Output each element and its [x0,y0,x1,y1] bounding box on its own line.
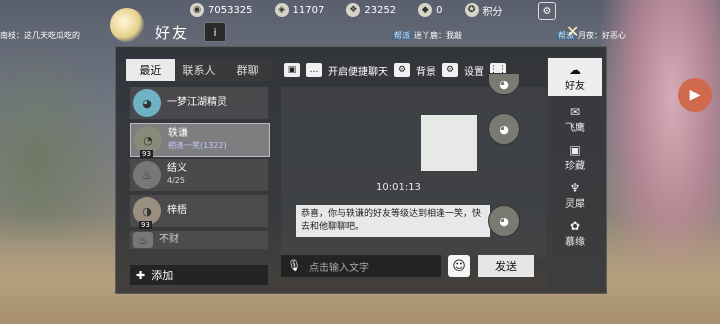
ticker-mid-tag: 帮派 [392,31,412,40]
silver-ingot-icon: ◈ [274,3,289,17]
side-item-label: 灵犀 [565,198,585,210]
avatar: ◕ [488,205,520,237]
resource-gold-value: 0 [436,4,443,16]
background-gear-icon[interactable]: ⚙ [394,63,410,77]
resource-bar: ◉ 7053325 ◈ 11707 ❖ 23252 ◆ 0 ✪ 积分 [190,0,503,20]
lingxi-icon: ♆ [569,180,581,195]
friend-item-sworn[interactable]: ♨ 结义 4/25 [130,159,268,191]
friend-name: 一梦江湖精灵 [167,97,227,108]
gold-ingot-icon: ◆ [418,3,433,17]
eagle-icon: ✉ [569,104,581,119]
ticker-right-text: 月夜：好恶心 [578,31,626,40]
emoji-icon[interactable]: ☺ [448,255,470,277]
resource-points[interactable]: ✪ 积分 [464,3,503,18]
ticker-left-text: 南枝：这几天吃瓜吃的 [0,31,80,40]
resource-copper-value: 7053325 [208,4,253,16]
side-item-label: 飞鹰 [565,122,585,134]
system-message: 恭喜，你与轶谦的好友等级达到相逢一笑，快去和他聊聊吧。 [296,205,490,237]
quick-chat-icon[interactable]: … [306,63,322,77]
settings-gear-icon[interactable]: ⚙ [538,2,556,20]
friend-info: 轶谦 相逢一笑(1322) [168,128,227,152]
resource-silver: ◈ 11707 [274,3,325,17]
side-item-muyuan[interactable]: ✿ 慕缘 [548,214,602,252]
ticker-message-mid: 帮派 迷丫鹿：我敲 [392,30,462,41]
level-badge: 93 [139,221,152,229]
quick-chat-button[interactable]: 开启便捷聊天 [328,63,388,78]
avatar: ◕ [133,89,161,117]
side-item-label: 好友 [565,80,585,92]
friend-tabs: 最近 联系人 群聊 [126,59,273,81]
friend-info: 结义 4/25 [167,163,187,187]
jade-icon: ❖ [346,3,361,17]
side-item-label: 珍藏 [565,160,585,172]
chat-input[interactable]: 🎙 点击输入文字 [281,255,441,277]
background-button[interactable]: 背景 [416,63,436,78]
friend-item-ziwu[interactable]: ◑ 93 梓梧 [130,195,268,229]
collection-icon: ▣ [569,142,581,157]
ticker-mid-text: 迷丫鹿：我敲 [414,31,462,40]
friend-item-bucai[interactable]: ♨ 不财 [130,231,268,249]
moon-decoration-icon [110,8,144,42]
send-button[interactable]: 发送 [478,255,534,277]
settings-gear-icon[interactable]: ⚙ [442,63,458,77]
friend-name: 轶谦 [168,128,188,139]
add-user-icon: ✚ [136,268,146,282]
friend-name: 不财 [159,234,179,245]
settings-button[interactable]: 设置 [464,63,484,78]
side-item-friends[interactable]: ☁ 好友 [548,58,602,96]
friend-name: 梓梧 [167,205,187,216]
chat-toolbar: ▣ … 开启便捷聊天 ⚙ 背景 ⚙ 设置 ⋮⋮ [284,61,507,79]
muyuan-icon: ✿ [569,218,581,233]
add-friend-label: 添加 [151,269,174,282]
side-nav: ☁ 好友 ✉ 飞鹰 ▣ 珍藏 ♆ 灵犀 ✿ 慕缘 [546,56,604,290]
close-icon[interactable]: ✕ [566,22,579,41]
avatar: ◑ 93 [133,197,161,229]
resource-jade-value: 23252 [364,4,397,16]
points-icon: ✪ [464,3,479,17]
friend-count: 4/25 [167,176,185,185]
avatar: ◕ [488,113,520,145]
side-item-label: 慕缘 [565,236,585,248]
friend-item-yiqian[interactable]: ◔ 93 轶谦 相逢一笑(1322) [130,123,270,158]
tab-recent[interactable]: 最近 [126,59,175,81]
resource-copper: ◉ 7053325 [190,3,253,17]
info-button[interactable]: i [204,22,226,42]
tab-group-chat[interactable]: 群聊 [223,59,273,81]
resource-gold: ◆ 0 [418,3,443,17]
copper-coin-icon: ◉ [190,3,204,17]
friend-item-spirit[interactable]: ◕ 一梦江湖精灵 [130,87,268,119]
sticker-image[interactable] [421,115,477,171]
chat-input-placeholder: 点击输入文字 [309,262,369,274]
record-video-icon[interactable]: ▶ [678,78,712,112]
friends-panel: 最近 联系人 群聊 ◕ 一梦江湖精灵 ◔ 93 轶谦 相逢一笑(1322) ♨ 结… [115,46,607,294]
friend-name: 结义 [167,163,187,174]
level-badge: 93 [140,150,153,158]
friend-list-column: 最近 联系人 群聊 ◕ 一梦江湖精灵 ◔ 93 轶谦 相逢一笑(1322) ♨ 结… [126,59,273,285]
ticker-message-left: 南枝：这几天吃瓜吃的 [0,30,80,41]
side-item-collection[interactable]: ▣ 珍藏 [548,138,602,176]
page-title: 好友 [155,24,190,42]
friend-relation: 相逢一笑(1322) [168,141,227,150]
resource-silver-value: 11707 [292,4,325,16]
avatar: ◔ 93 [134,126,162,158]
side-item-eagle[interactable]: ✉ 飞鹰 [548,100,602,138]
resource-points-label: 积分 [482,6,503,18]
sworn-group-icon: ♨ [133,161,161,189]
message-timestamp: 10:01:13 [376,182,421,193]
friends-icon: ☁ [569,62,581,77]
microphone-icon[interactable]: 🎙 [287,259,301,273]
screenshot-icon[interactable]: ▣ [284,63,300,77]
resource-jade: ❖ 23252 [346,3,396,17]
group-icon: ♨ [133,232,153,248]
add-friend-button[interactable]: ✚ 添加 [130,265,268,285]
background-foliage [0,40,120,240]
tab-contacts[interactable]: 联系人 [174,59,224,81]
side-item-lingxi[interactable]: ♆ 灵犀 [548,176,602,214]
